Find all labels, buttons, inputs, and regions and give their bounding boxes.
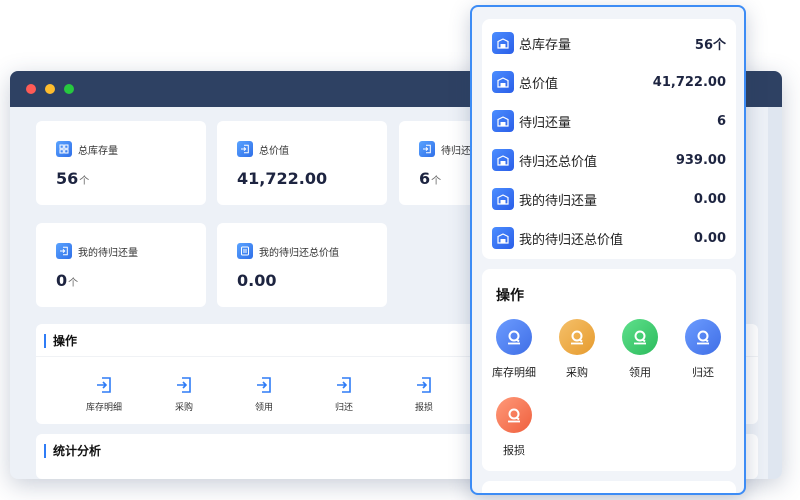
- op-receive-button[interactable]: 领用: [224, 376, 304, 413]
- search-icon: [559, 319, 595, 355]
- op-label: 归还: [334, 403, 353, 413]
- stat-value: 56: [56, 169, 79, 188]
- stat-unit: 个: [79, 176, 90, 187]
- stat-card-total-value: 总价值 41,722.00: [217, 121, 387, 205]
- mobile-stat-label: 总库存量: [519, 37, 572, 53]
- grid-icon: [56, 141, 72, 157]
- stat-value: 0.00: [237, 271, 277, 290]
- analysis-title: 统计分析: [44, 444, 101, 458]
- mobile-stat-row: 总价值 41,722.00: [492, 70, 726, 94]
- mobile-stat-value: 56个: [694, 37, 726, 53]
- stat-unit: 个: [431, 176, 442, 187]
- op-label: 采购: [174, 403, 193, 413]
- mobile-stat-value: 0.00: [693, 230, 726, 246]
- mobile-stat-label: 总价值: [519, 76, 559, 92]
- stat-value: 0: [56, 271, 68, 290]
- stat-card-my-pending-qty: 我的待归还量 0个: [36, 223, 206, 307]
- warehouse-icon: [492, 149, 514, 171]
- enter-icon: [417, 377, 431, 393]
- login-icon: [419, 141, 435, 157]
- op-inventory-detail-button[interactable]: 库存明细: [64, 376, 144, 413]
- enter-icon: [337, 377, 351, 393]
- search-icon: [496, 397, 532, 433]
- mobile-panel: 总库存量 56个 总价值 41,722.00 待归还量 6 待归还总价值 939…: [470, 5, 746, 495]
- mobile-op-label: 报损: [503, 444, 525, 457]
- stat-label: 总库存量: [78, 145, 118, 157]
- warehouse-icon: [492, 188, 514, 210]
- mobile-op-label: 领用: [629, 366, 651, 379]
- mobile-op-label: 采购: [566, 366, 588, 379]
- warehouse-icon: [492, 110, 514, 132]
- stat-label: 待归还: [441, 145, 471, 157]
- op-purchase-button[interactable]: 采购: [144, 376, 224, 413]
- stat-label: 总价值: [259, 145, 289, 157]
- mobile-stat-label: 待归还量: [519, 115, 572, 131]
- stat-label: 我的待归还量: [78, 247, 138, 259]
- warehouse-icon: [492, 32, 514, 54]
- mobile-stats-card: 总库存量 56个 总价值 41,722.00 待归还量 6 待归还总价值 939…: [482, 19, 736, 259]
- mobile-op-label: 归还: [692, 366, 714, 379]
- warehouse-icon: [492, 227, 514, 249]
- mobile-stat-row: 待归还总价值 939.00: [492, 148, 726, 172]
- mobile-op-receive-button[interactable]: 领用: [610, 319, 670, 380]
- mobile-stat-label: 我的待归还量: [519, 193, 598, 209]
- mobile-stat-row: 我的待归还总价值 0.00: [492, 226, 726, 250]
- operations-title: 操作: [44, 334, 77, 348]
- stat-value: 6: [419, 169, 431, 188]
- mobile-stat-row: 我的待归还量 0.00: [492, 187, 726, 211]
- op-label: 领用: [254, 403, 273, 413]
- mobile-stat-value: 41,722.00: [652, 74, 726, 90]
- stat-card-total-stock: 总库存量 56个: [36, 121, 206, 205]
- mobile-stat-label: 我的待归还总价值: [519, 232, 624, 248]
- warehouse-icon: [492, 71, 514, 93]
- mobile-op-label: 库存明细: [492, 366, 536, 379]
- mobile-stat-value: 6: [716, 113, 726, 129]
- window-maximize-button[interactable]: [64, 84, 74, 94]
- op-label: 库存明细: [85, 403, 122, 413]
- mobile-operations-card: 操作 库存明细 采购 领用 归还 报损: [482, 269, 736, 471]
- window-close-button[interactable]: [26, 84, 36, 94]
- stat-unit: 个: [68, 278, 79, 289]
- op-return-button[interactable]: 归还: [304, 376, 384, 413]
- list-icon: [237, 243, 253, 259]
- enter-icon: [97, 377, 111, 393]
- enter-icon: [177, 377, 191, 393]
- desktop-scrollbar[interactable]: [768, 107, 782, 479]
- stat-label: 我的待归还总价值: [259, 247, 339, 259]
- search-icon: [622, 319, 658, 355]
- mobile-stat-row: 待归还量 6: [492, 109, 726, 133]
- stat-card-my-pending-value: 我的待归还总价值 0.00: [217, 223, 387, 307]
- stat-value: 41,722.00: [237, 169, 328, 188]
- search-icon: [685, 319, 721, 355]
- mobile-op-return-button[interactable]: 归还: [673, 319, 733, 380]
- mobile-stat-row: 总库存量 56个: [492, 31, 726, 55]
- search-icon: [496, 319, 532, 355]
- mobile-next-card: [482, 481, 736, 493]
- mobile-stat-label: 待归还总价值: [519, 154, 598, 170]
- window-minimize-button[interactable]: [45, 84, 55, 94]
- mobile-operations-title: 操作: [496, 288, 524, 304]
- mobile-op-scrap-button[interactable]: 报损: [484, 397, 544, 458]
- mobile-stat-value: 0.00: [693, 191, 726, 207]
- mobile-stat-value: 939.00: [675, 152, 726, 168]
- login-icon: [56, 243, 72, 259]
- op-scrap-button[interactable]: 报损: [384, 376, 464, 413]
- op-label: 报损: [414, 403, 433, 413]
- mobile-op-purchase-button[interactable]: 采购: [547, 319, 607, 380]
- login-icon: [237, 141, 253, 157]
- enter-icon: [257, 377, 271, 393]
- mobile-op-inventory-detail-button[interactable]: 库存明细: [484, 319, 544, 380]
